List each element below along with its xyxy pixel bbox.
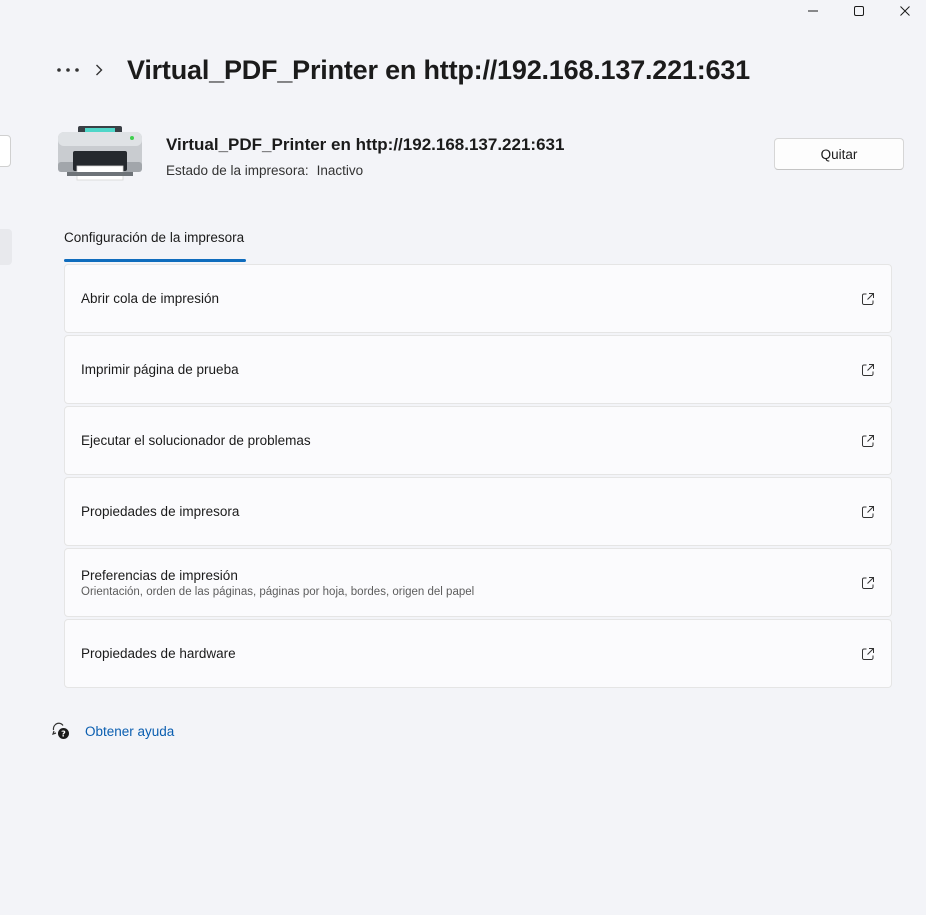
settings-item-printing-preferences[interactable]: Preferencias de impresión Orientación, o…: [64, 548, 892, 617]
open-external-icon: [862, 292, 874, 305]
settings-item-run-troubleshooter[interactable]: Ejecutar el solucionador de problemas: [64, 406, 892, 475]
minimize-button[interactable]: [790, 0, 836, 22]
open-external-icon: [862, 647, 874, 660]
more-horizontal-icon: [57, 68, 79, 72]
svg-text:?: ?: [61, 730, 66, 739]
settings-list: Abrir cola de impresión Imprimir página …: [64, 264, 892, 690]
printer-status: Estado de la impresora: Inactivo: [166, 163, 363, 178]
open-external-icon: [862, 505, 874, 518]
settings-item-printer-properties[interactable]: Propiedades de impresora: [64, 477, 892, 546]
maximize-button[interactable]: [836, 0, 882, 22]
settings-item-label: Propiedades de hardware: [81, 646, 236, 661]
close-button[interactable]: [882, 0, 926, 22]
printer-name: Virtual_PDF_Printer en http://192.168.13…: [166, 135, 565, 154]
settings-item-label: Propiedades de impresora: [81, 504, 240, 519]
help-row: ? Obtener ayuda: [52, 722, 174, 740]
breadcrumb-more-button[interactable]: [54, 56, 82, 84]
tab-printer-settings[interactable]: Configuración de la impresora: [64, 230, 244, 262]
settings-item-open-print-queue[interactable]: Abrir cola de impresión: [64, 264, 892, 333]
settings-item-label: Abrir cola de impresión: [81, 291, 220, 306]
printer-status-value: Inactivo: [316, 163, 364, 178]
settings-item-hardware-properties[interactable]: Propiedades de hardware: [64, 619, 892, 688]
open-external-icon: [862, 363, 874, 376]
nav-selected-item-edge[interactable]: [0, 229, 12, 265]
printer-icon: [57, 124, 143, 184]
settings-item-label: Ejecutar el solucionador de problemas: [81, 433, 311, 448]
get-help-link[interactable]: Obtener ayuda: [85, 724, 174, 739]
minimize-icon: [808, 10, 818, 12]
settings-item-print-test-page[interactable]: Imprimir página de prueba: [64, 335, 892, 404]
close-icon: [900, 6, 910, 16]
settings-item-description: Orientación, orden de las páginas, págin…: [81, 585, 475, 598]
tab-selected-indicator: [64, 259, 246, 262]
remove-button[interactable]: Quitar: [774, 138, 904, 170]
search-box-edge[interactable]: [0, 135, 11, 167]
maximize-icon: [854, 6, 864, 16]
chevron-right-icon: [94, 62, 110, 78]
breadcrumb: Virtual_PDF_Printer en http://192.168.13…: [54, 50, 750, 90]
printer-status-label: Estado de la impresora:: [166, 163, 309, 178]
settings-item-label: Imprimir página de prueba: [81, 362, 239, 377]
open-external-icon: [862, 576, 874, 589]
settings-item-label: Preferencias de impresión: [81, 567, 238, 583]
page-title: Virtual_PDF_Printer en http://192.168.13…: [127, 54, 750, 85]
open-external-icon: [862, 434, 874, 447]
get-help-icon: ?: [52, 722, 69, 739]
